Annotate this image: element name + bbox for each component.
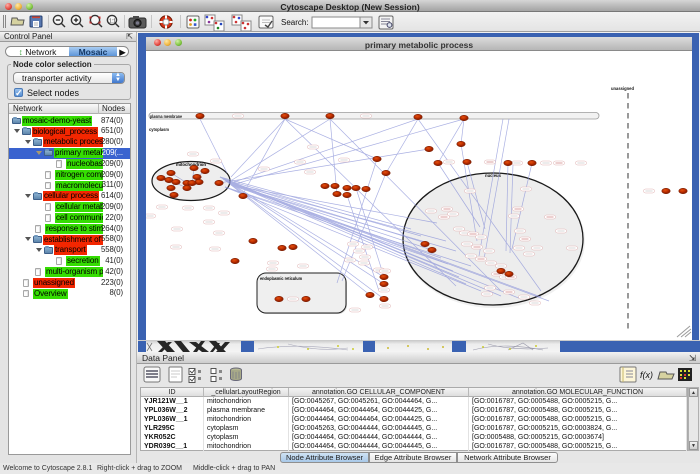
svg-text:endoplasmic reticulum: endoplasmic reticulum [260,276,302,281]
svg-text:Search:: Search: [281,18,309,27]
svg-text:cytoplasm: cytoplasm [149,127,169,132]
svg-text:plasma membrane: plasma membrane [150,114,182,119]
svg-text:unassigned: unassigned [611,86,634,91]
svg-text:f(x): f(x) [640,370,653,380]
svg-text:1:1: 1:1 [109,19,116,25]
